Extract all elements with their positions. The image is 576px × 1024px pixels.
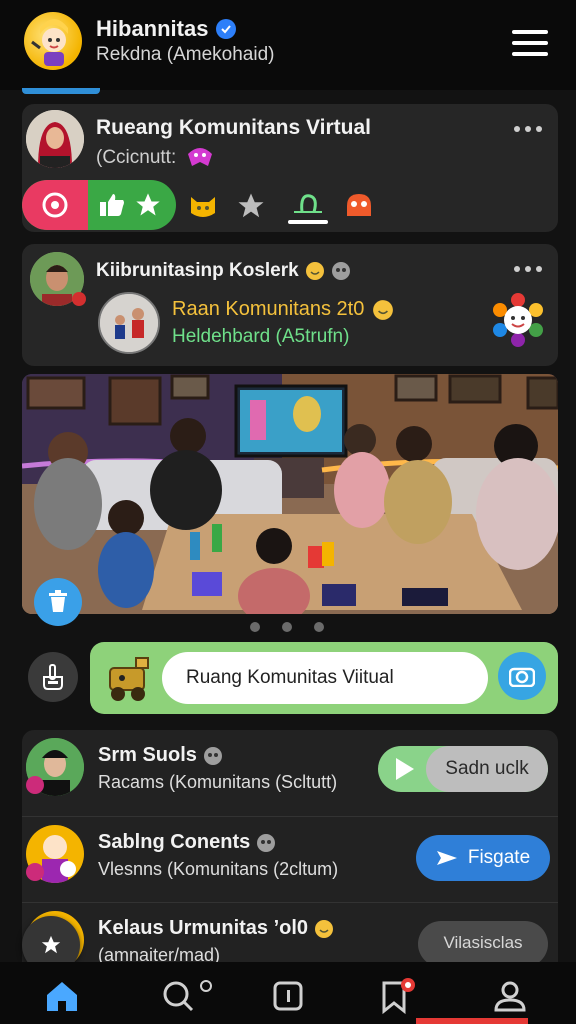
bottom-navigation [0, 962, 576, 1024]
reaction-icons [188, 188, 374, 224]
profile-icon[interactable] [490, 976, 530, 1016]
more-button[interactable]: Vilasisclas [418, 921, 548, 962]
scroll-indicator [22, 88, 100, 94]
community-name: Kelaus Urmunitas ’ol0 [98, 917, 334, 940]
reaction-pill[interactable] [22, 180, 176, 230]
smile-emoji-icon [315, 919, 334, 938]
more-options-icon[interactable] [514, 266, 542, 272]
join-button[interactable]: Sadn uclk [378, 746, 548, 792]
list-item[interactable]: Sablng Conents Vlesnns (Komunitans (2clt… [22, 816, 558, 902]
post-card-2: Kiibrunitasinp Koslerk Raan Komunitans 2… [22, 244, 558, 366]
ghost-emoji-icon [188, 148, 213, 166]
bookmark-notification-icon[interactable] [378, 976, 418, 1016]
feed-icon[interactable] [268, 976, 308, 1016]
send-icon [436, 851, 457, 865]
shared-post-avatar[interactable] [98, 292, 160, 354]
join-button-label: Sadn uclk [426, 746, 548, 792]
smile-emoji-icon [373, 299, 394, 320]
community-name: Srm Suols [98, 744, 223, 767]
composer-bar: Ruang Komunitas Viitual [90, 642, 558, 714]
post-author-name[interactable]: Rueang Komunitans Virtual [96, 116, 371, 140]
search-icon[interactable] [156, 976, 220, 1016]
status-badge [72, 292, 86, 306]
more-options-icon[interactable] [514, 126, 542, 132]
robot-emoji-icon [257, 833, 276, 852]
shared-post-title-text[interactable]: Raan Komunitans 2t0 [172, 298, 364, 321]
community-sub: Racams (Komunitans (Scltutt) [98, 772, 338, 792]
channel-title-text: Hibannitas [96, 16, 209, 41]
community-name-text: Srm Suols [98, 744, 197, 766]
record-icon[interactable] [22, 180, 88, 230]
hamburger-menu-icon[interactable] [512, 30, 548, 56]
post-author-name: Kiibrunitasinp Koslerk [96, 260, 351, 282]
list-item[interactable]: Kelaus Urmunitas ’ol0 (amnaiter/mad) Vil… [22, 902, 558, 962]
robot-mascot-icon[interactable] [102, 654, 154, 704]
carousel-dots [250, 622, 324, 632]
post-photo[interactable] [22, 374, 558, 614]
hand-pointer-icon[interactable] [28, 652, 78, 702]
community-list: Srm Suols Racams (Komunitans (Scltutt) S… [22, 730, 558, 962]
post-author-name-text[interactable]: Kiibrunitasinp Koslerk [96, 260, 299, 282]
star-icon[interactable] [134, 191, 162, 219]
community-name: Sablng Conents [98, 831, 276, 854]
post-card-1: Rueang Komunitans Virtual (Ccicnutt: [22, 104, 558, 232]
home-icon[interactable] [42, 976, 82, 1016]
navigate-button[interactable]: Fisgate [416, 835, 550, 881]
robot-emoji-icon [331, 262, 350, 280]
community-sub: (amnaiter/mad) [98, 945, 221, 962]
sprout-tab-icon[interactable] [288, 188, 328, 224]
status-badge [26, 776, 44, 794]
list-item[interactable]: Srm Suols Racams (Komunitans (Scltutt) S… [22, 730, 558, 816]
smile-emoji-icon [305, 262, 324, 280]
shared-post-sub: Heldehbard (A5trufn) [172, 326, 350, 347]
status-badge [26, 863, 44, 881]
community-name-text: Sablng Conents [98, 831, 251, 853]
community-name-text: Kelaus Urmunitas ’ol0 [98, 917, 309, 939]
flower-mascot-icon[interactable] [488, 290, 548, 350]
cat-emoji-icon[interactable] [188, 193, 218, 219]
shared-post-title: Raan Komunitans 2t0 [172, 298, 394, 321]
play-icon [396, 758, 414, 780]
post-author-sub: (Ccicnutt: [96, 146, 214, 170]
verified-icon [216, 19, 237, 39]
camera-icon[interactable] [498, 652, 546, 700]
profile-avatar[interactable] [24, 12, 82, 70]
post-author-sub-text: (Ccicnutt: [96, 147, 177, 168]
robot-emoji-icon [203, 746, 222, 765]
community-sub: Vlesnns (Komunitans (2cltum) [98, 859, 339, 879]
channel-title: Hibannitas [96, 16, 237, 42]
trash-icon[interactable] [34, 578, 82, 626]
thumbs-up-icon[interactable] [98, 192, 126, 218]
post-input[interactable]: Ruang Komunitas Viitual [162, 652, 488, 704]
active-indicator [416, 1018, 528, 1024]
channel-subtitle: Rekdna (Amekohaid) [96, 44, 275, 65]
navigate-button-label: Fisgate [467, 847, 531, 868]
monster-emoji-icon[interactable] [344, 192, 374, 220]
star-outline-icon[interactable] [236, 191, 266, 221]
user-avatar[interactable] [26, 110, 84, 168]
app-header: Hibannitas Rekdna (Amekohaid) [0, 0, 576, 90]
